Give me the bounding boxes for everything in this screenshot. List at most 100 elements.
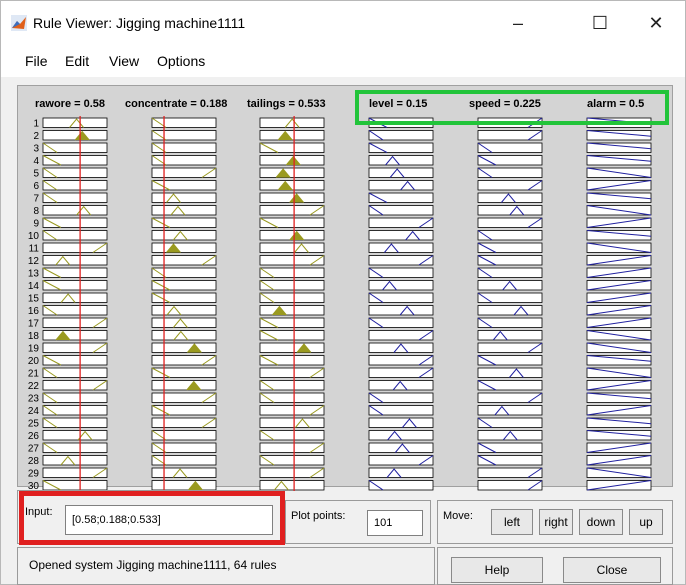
rule-number: 3 xyxy=(33,144,39,155)
rule-cell xyxy=(477,255,543,266)
rule-cell xyxy=(259,292,325,303)
rule-cell xyxy=(586,342,652,353)
rule-number: 12 xyxy=(28,256,40,267)
rule-cell xyxy=(259,405,325,416)
rule-cell xyxy=(42,455,108,466)
rule-cell xyxy=(368,255,434,266)
rule-number: 25 xyxy=(28,419,40,430)
rule-cell xyxy=(259,342,325,353)
rule-cell xyxy=(586,380,652,391)
rule-cell xyxy=(42,367,108,378)
rule-cell xyxy=(151,167,217,178)
rule-cell xyxy=(368,280,434,291)
rule-cell xyxy=(259,142,325,153)
rule-cell xyxy=(151,392,217,403)
close-button[interactable]: Close xyxy=(563,557,661,583)
rule-cell xyxy=(151,230,217,241)
rule-cell xyxy=(151,330,217,341)
rule-cell xyxy=(586,230,652,241)
move-left-button[interactable]: left xyxy=(491,509,533,535)
rule-cell xyxy=(586,130,652,141)
rule-cell xyxy=(477,242,543,253)
rule-number: 14 xyxy=(28,281,40,292)
rule-cell xyxy=(368,305,434,316)
rule-cell xyxy=(477,280,543,291)
rule-cell xyxy=(259,242,325,253)
plot-points-field[interactable]: 101 xyxy=(367,510,423,536)
rule-cell xyxy=(259,330,325,341)
move-up-button[interactable]: up xyxy=(629,509,663,535)
output-highlight-box xyxy=(355,90,669,125)
input-highlight-box xyxy=(19,491,285,545)
rule-cell xyxy=(477,442,543,453)
rule-cell xyxy=(42,217,108,228)
rule-cell xyxy=(259,167,325,178)
rule-cell xyxy=(586,292,652,303)
rule-cell xyxy=(368,330,434,341)
rule-cell xyxy=(259,380,325,391)
rule-cell xyxy=(477,467,543,478)
rule-number: 24 xyxy=(28,406,40,417)
rule-cell xyxy=(151,380,217,391)
rule-cell xyxy=(368,342,434,353)
rule-cell xyxy=(42,142,108,153)
rule-cell xyxy=(42,342,108,353)
rule-cell xyxy=(368,480,434,491)
rule-cell xyxy=(42,280,108,291)
rule-number: 13 xyxy=(28,269,40,280)
rule-cell xyxy=(368,317,434,328)
rule-cell xyxy=(259,305,325,316)
rule-number: 15 xyxy=(28,294,40,305)
rule-cell xyxy=(368,430,434,441)
rule-cell xyxy=(42,480,108,491)
rule-cell xyxy=(151,192,217,203)
rule-cell xyxy=(586,217,652,228)
rule-cell xyxy=(259,180,325,191)
rule-cell xyxy=(586,367,652,378)
rule-cell xyxy=(259,130,325,141)
rule-cell xyxy=(477,342,543,353)
rule-cell xyxy=(259,205,325,216)
rule-cell xyxy=(259,480,325,491)
rule-cell xyxy=(151,342,217,353)
rules-grid[interactable]: 1234567891011121314151617181920212223242… xyxy=(1,1,686,491)
rule-cell xyxy=(368,442,434,453)
rule-cell xyxy=(477,417,543,428)
rule-cell xyxy=(42,467,108,478)
rule-number: 26 xyxy=(28,431,40,442)
rule-cell xyxy=(151,467,217,478)
rule-cell xyxy=(477,217,543,228)
rule-cell xyxy=(586,142,652,153)
rule-cell xyxy=(259,155,325,166)
rule-number: 6 xyxy=(33,181,39,192)
rule-cell xyxy=(477,192,543,203)
rule-cell xyxy=(259,280,325,291)
rule-cell xyxy=(151,480,217,491)
rule-cell xyxy=(586,155,652,166)
rule-viewer-window: Rule Viewer: Jigging machine1111 – ☐ ✕ F… xyxy=(0,0,686,585)
rule-number: 16 xyxy=(28,306,40,317)
rule-number: 18 xyxy=(28,331,40,342)
rule-cell xyxy=(368,155,434,166)
rule-cell xyxy=(259,467,325,478)
rule-cell xyxy=(151,180,217,191)
rule-cell xyxy=(586,355,652,366)
rule-number: 28 xyxy=(28,456,40,467)
rule-number: 20 xyxy=(28,356,40,367)
rule-cell xyxy=(586,192,652,203)
rule-cell xyxy=(368,230,434,241)
rule-number: 19 xyxy=(28,344,40,355)
rule-cell xyxy=(259,417,325,428)
move-down-button[interactable]: down xyxy=(579,509,623,535)
rule-cell xyxy=(151,317,217,328)
rule-cell xyxy=(586,180,652,191)
rule-number: 17 xyxy=(28,319,40,330)
rule-cell xyxy=(586,205,652,216)
move-right-button[interactable]: right xyxy=(539,509,573,535)
rule-cell xyxy=(586,417,652,428)
help-button[interactable]: Help xyxy=(451,557,543,583)
rule-cell xyxy=(151,142,217,153)
rule-cell xyxy=(151,405,217,416)
rule-cell xyxy=(42,180,108,191)
rule-number: 29 xyxy=(28,469,40,480)
